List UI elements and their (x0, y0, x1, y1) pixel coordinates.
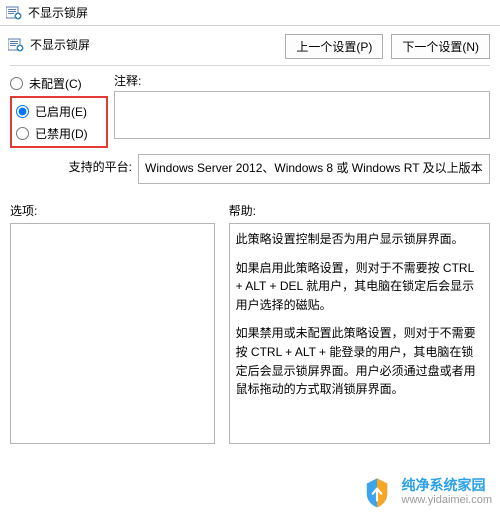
watermark-logo-icon (360, 475, 394, 509)
titlebar: 不显示锁屏 (0, 0, 500, 26)
policy-icon (6, 5, 22, 21)
help-p2: 如果启用此策略设置，则对于不需要按 CTRL + ALT + DEL 就用户，其… (236, 259, 483, 315)
comment-input[interactable] (114, 91, 490, 139)
window-title: 不显示锁屏 (28, 4, 88, 21)
options-label: 选项: (10, 202, 215, 219)
radio-not-configured[interactable]: 未配置(C) (10, 72, 108, 94)
options-box (10, 223, 215, 444)
radio-not-configured-input[interactable] (10, 77, 23, 90)
help-p3: 如果禁用或未配置此策略设置，则对于不需要按 CTRL + ALT + 能登录的用… (236, 324, 483, 398)
policy-title: 不显示锁屏 (30, 36, 90, 53)
watermark: 纯净系统家园 www.yidaimei.com (360, 475, 492, 509)
radio-enabled-label: 已启用(E) (35, 103, 87, 120)
nav-buttons: 上一个设置(P) 下一个设置(N) (285, 34, 490, 59)
comment-label: 注释: (114, 72, 490, 89)
supported-on-label: 支持的平台: (10, 154, 138, 175)
watermark-url: www.yidaimei.com (402, 494, 492, 507)
radio-not-configured-label: 未配置(C) (29, 75, 82, 92)
radio-disabled[interactable]: 已禁用(D) (16, 122, 102, 144)
policy-icon (8, 37, 24, 53)
watermark-brand: 纯净系统家园 (402, 477, 492, 494)
radio-enabled[interactable]: 已启用(E) (16, 100, 102, 122)
help-label: 帮助: (229, 202, 490, 219)
radio-enabled-input[interactable] (16, 105, 29, 118)
state-radios: 未配置(C) 已启用(E) 已禁用(D) (10, 72, 108, 148)
supported-on-value: Windows Server 2012、Windows 8 或 Windows … (138, 154, 490, 184)
highlight-box: 已启用(E) 已禁用(D) (10, 96, 108, 148)
next-setting-button[interactable]: 下一个设置(N) (391, 34, 490, 59)
prev-setting-label: 上一个设置(P) (296, 40, 372, 54)
radio-disabled-label: 已禁用(D) (35, 125, 88, 142)
radio-disabled-input[interactable] (16, 127, 29, 140)
help-box: 此策略设置控制是否为用户显示锁屏界面。 如果启用此策略设置，则对于不需要按 CT… (229, 223, 490, 444)
prev-setting-button[interactable]: 上一个设置(P) (285, 34, 383, 59)
help-p1: 此策略设置控制是否为用户显示锁屏界面。 (236, 230, 483, 249)
next-setting-label: 下一个设置(N) (402, 40, 479, 54)
